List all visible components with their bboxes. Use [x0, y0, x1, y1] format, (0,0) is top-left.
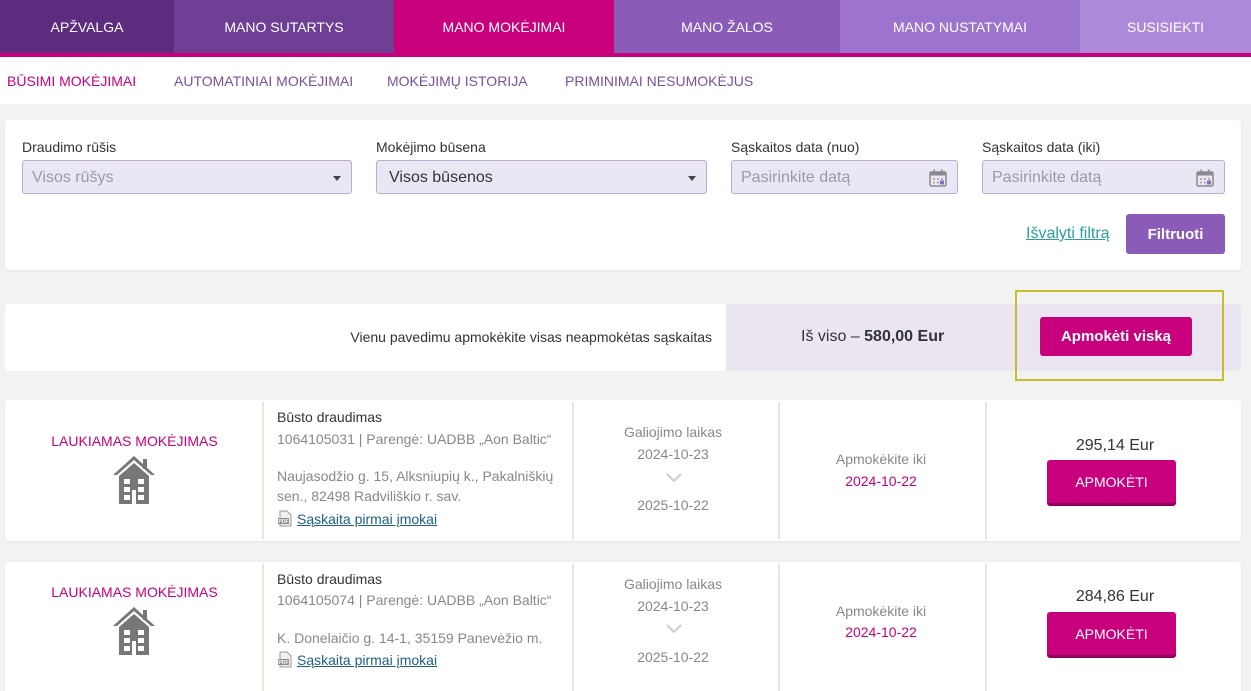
pay-button[interactable]: APMOKĖTI — [1047, 612, 1176, 655]
policy-number: 1064105031 | Parengė: UADBB „Aon Baltic“ — [277, 431, 552, 447]
chevron-down-icon — [688, 176, 696, 181]
insurance-title: Būsto draudimas — [277, 571, 383, 587]
column-divider — [572, 402, 574, 539]
chevron-down-icon — [333, 176, 341, 181]
payment-status: LAUKIAMAS MOKĖJIMAS — [51, 584, 218, 600]
due-date: 2024-10-22 — [845, 473, 917, 489]
insurance-type-value: Visos rūšys — [32, 169, 114, 186]
payment-status-value: Visos būsenos — [389, 169, 493, 186]
subnav-upcoming-payments[interactable]: BŪSIMI MOKĖJIMAI — [7, 73, 136, 89]
pdf-icon: PDF — [278, 651, 292, 668]
subnav-payment-reminders[interactable]: PRIMINIMAI NESUMOKĖJUS — [565, 73, 753, 89]
due-label: Apmokėkite iki — [835, 603, 927, 619]
total-prefix: Iš viso – — [801, 328, 865, 345]
nav-tab-contact[interactable]: SUSISIEKTI — [1080, 0, 1251, 53]
date-from-placeholder: Pasirinkite datą — [741, 169, 851, 186]
calendar-icon[interactable] — [1196, 169, 1214, 187]
invoice-link[interactable]: PDF Sąskaita pirmai įmokai — [277, 651, 437, 668]
valid-from-date: 2024-10-23 — [637, 598, 709, 614]
column-divider — [262, 402, 264, 539]
chevron-down-icon — [666, 624, 682, 634]
pdf-icon: PDF — [278, 510, 292, 527]
calendar-icon[interactable] — [929, 169, 947, 187]
subnav-payment-history[interactable]: MOKĖJIMŲ ISTORIJA — [387, 73, 528, 89]
nav-tab-contracts[interactable]: MANO SUTARTYS — [174, 0, 394, 53]
column-divider — [572, 564, 574, 691]
insurance-title: Būsto draudimas — [277, 409, 383, 425]
sub-navigation: BŪSIMI MOKĖJIMAI AUTOMATINIAI MOKĖJIMAI … — [0, 57, 1251, 104]
payment-amount: 295,14 Eur — [1075, 437, 1155, 454]
house-icon — [113, 456, 155, 504]
valid-to-date: 2025-10-22 — [637, 649, 709, 665]
valid-to-date: 2025-10-22 — [637, 497, 709, 513]
svg-text:PDF: PDF — [279, 660, 289, 666]
payment-row: LAUKIAMAS MOKĖJIMAS Būsto draudimas 1064… — [5, 400, 1241, 541]
house-icon — [113, 607, 155, 655]
subnav-automatic-payments[interactable]: AUTOMATINIAI MOKĖJIMAI — [174, 73, 353, 89]
valid-from-date: 2024-10-23 — [637, 446, 709, 462]
column-divider — [985, 402, 987, 539]
date-from-label: Sąskaitos data (nuo) — [731, 139, 860, 155]
nav-tab-overview[interactable]: APŽVALGA — [0, 0, 174, 53]
policy-number: 1064105074 | Parengė: UADBB „Aon Baltic“ — [277, 592, 552, 608]
invoice-link-label[interactable]: Sąskaita pirmai įmokai — [297, 511, 437, 527]
insurance-type-select[interactable]: Visos rūšys — [22, 160, 352, 194]
invoice-link[interactable]: PDF Sąskaita pirmai įmokai — [277, 510, 437, 527]
total-amount: 580,00 Eur — [864, 328, 945, 345]
chevron-down-icon — [666, 473, 682, 483]
pay-button[interactable]: APMOKĖTI — [1047, 460, 1176, 503]
invoice-link-label[interactable]: Sąskaita pirmai įmokai — [297, 652, 437, 668]
validity-label: Galiojimo laikas — [623, 576, 723, 592]
pay-all-description: Vienu pavedimu apmokėkite visas neapmokė… — [350, 329, 712, 345]
clear-filter-link[interactable]: Išvalyti filtrą — [1026, 225, 1110, 243]
pay-all-panel: Vienu pavedimu apmokėkite visas neapmokė… — [5, 304, 726, 371]
insured-address: Naujasodžio g. 15, Alksniupių k., Pakaln… — [277, 468, 554, 504]
date-from-input[interactable]: Pasirinkite datą — [731, 160, 958, 194]
total-amount-text: Iš viso – 580,00 Eur — [801, 328, 944, 346]
payment-status-label: Mokėjimo būsena — [376, 139, 486, 155]
nav-tab-claims[interactable]: MANO ŽALOS — [614, 0, 840, 53]
column-divider — [778, 564, 780, 691]
filter-button[interactable]: Filtruoti — [1126, 214, 1225, 254]
payment-status: LAUKIAMAS MOKĖJIMAS — [51, 433, 218, 449]
due-date: 2024-10-22 — [845, 624, 917, 640]
payment-amount: 284,86 Eur — [1075, 588, 1155, 605]
main-navigation: APŽVALGA MANO SUTARTYS MANO MOKĖJIMAI MA… — [0, 0, 1251, 53]
nav-tab-payments[interactable]: MANO MOKĖJIMAI — [394, 0, 614, 53]
date-to-label: Sąskaitos data (iki) — [982, 139, 1101, 155]
date-to-input[interactable]: Pasirinkite datą — [982, 160, 1225, 194]
column-divider — [778, 402, 780, 539]
nav-tab-settings[interactable]: MANO NUSTATYMAI — [840, 0, 1080, 53]
validity-label: Galiojimo laikas — [623, 424, 723, 440]
insurance-type-label: Draudimo rūšis — [22, 139, 117, 155]
insured-address: K. Donelaičio g. 14-1, 35159 Panevėžio m… — [277, 630, 543, 646]
date-to-placeholder: Pasirinkite datą — [992, 169, 1102, 186]
payment-status-select[interactable]: Visos būsenos — [376, 160, 707, 194]
column-divider — [985, 564, 987, 691]
svg-text:PDF: PDF — [279, 519, 289, 525]
payment-row: LAUKIAMAS MOKĖJIMAS Būsto draudimas 1064… — [5, 562, 1241, 691]
due-label: Apmokėkite iki — [835, 451, 927, 467]
pay-all-button[interactable]: Apmokėti viską — [1040, 317, 1192, 356]
